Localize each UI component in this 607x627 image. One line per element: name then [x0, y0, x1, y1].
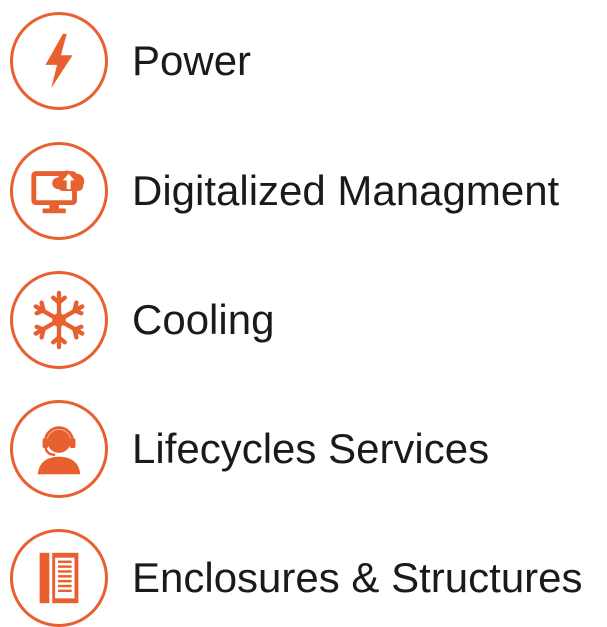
service-item-power[interactable]: Power [10, 12, 251, 110]
service-item-enclosures-structures[interactable]: Enclosures & Structures [10, 529, 583, 627]
service-item-label: Cooling [132, 296, 275, 343]
service-category-list: Power Digitalized Managment Cooling Life… [0, 0, 607, 627]
service-item-label: Lifecycles Services [132, 425, 490, 472]
rack-cabinet-icon [10, 529, 108, 627]
lightning-bolt-icon [10, 12, 108, 110]
service-item-label: Power [132, 37, 252, 84]
monitor-cloud-upload-icon [10, 142, 108, 240]
snowflake-icon [10, 271, 108, 369]
service-item-label: Enclosures & Structures [132, 554, 583, 601]
service-item-lifecycles-services[interactable]: Lifecycles Services [10, 400, 489, 498]
service-item-cooling[interactable]: Cooling [10, 271, 274, 369]
support-headset-icon [10, 400, 108, 498]
service-item-digitalized-management[interactable]: Digitalized Managment [10, 142, 559, 240]
service-item-label: Digitalized Managment [132, 167, 560, 214]
